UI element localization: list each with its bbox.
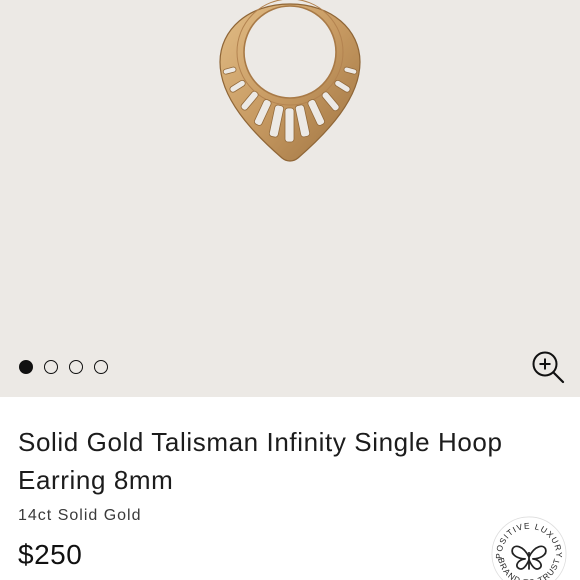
positive-luxury-badge[interactable]: POSITIVE LUXURY BRAND TO TRUST [490,515,568,580]
product-material: 14ct Solid Gold [18,507,142,524]
product-price: $250 [18,539,83,570]
product-info: Solid Gold Talisman Infinity Single Hoop… [0,397,580,580]
carousel-dots [19,360,108,374]
zoom-in-icon[interactable] [530,349,566,385]
carousel-dot-3[interactable] [69,360,83,374]
carousel-dot-1[interactable] [19,360,33,374]
carousel-dot-2[interactable] [44,360,58,374]
product-title: Solid Gold Talisman Infinity Single Hoop… [18,427,503,495]
carousel-dot-4[interactable] [94,360,108,374]
product-image-gallery[interactable] [0,0,580,397]
product-image-earring[interactable] [210,0,370,170]
